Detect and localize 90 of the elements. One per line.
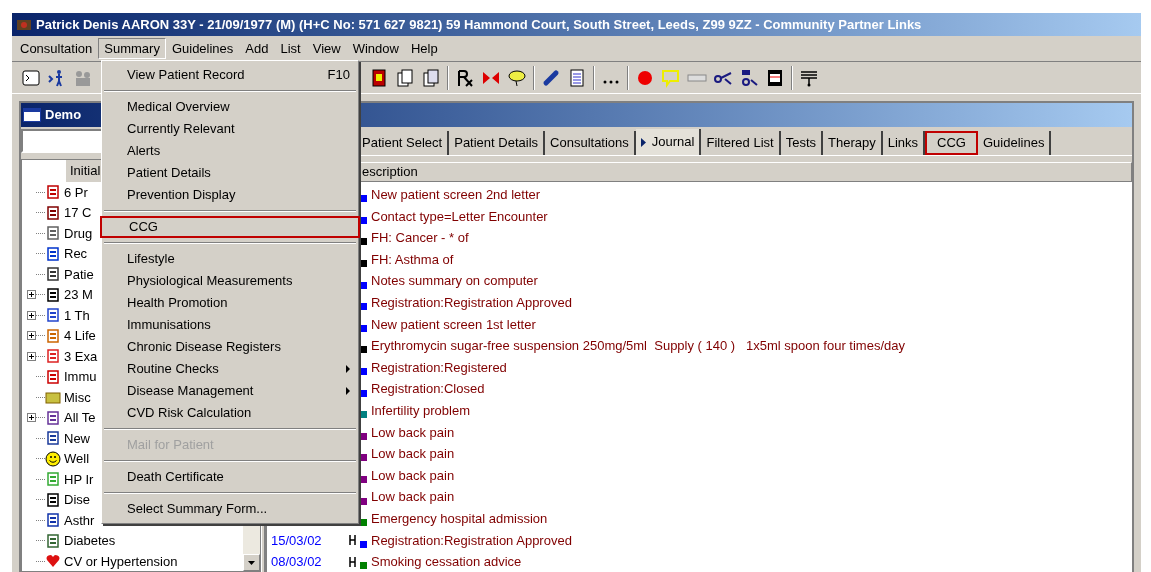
tab[interactable]: Tests — [780, 131, 823, 155]
journal-entry[interactable]: Notes summary on computer — [371, 271, 538, 291]
tree-item[interactable]: Drug — [64, 223, 93, 243]
code-icon — [349, 555, 356, 568]
menu-item[interactable]: Disease Management — [102, 380, 358, 402]
menu-item[interactable]: Patient Details — [102, 162, 358, 184]
submenu-arrow-icon — [346, 387, 350, 395]
expand-icon[interactable] — [27, 351, 36, 361]
tab[interactable]: CCG — [925, 131, 978, 155]
tree-item[interactable]: 4 Life — [64, 326, 96, 346]
tree-item[interactable]: New — [64, 428, 90, 448]
window-icon — [23, 108, 41, 122]
tree-item[interactable]: Immu — [64, 367, 97, 387]
expand-icon[interactable] — [27, 413, 36, 423]
menu-item[interactable]: CVD Risk Calculation — [102, 402, 358, 424]
menu-bar-item[interactable]: Window — [346, 38, 405, 59]
menu-item[interactable]: CCG — [100, 216, 360, 238]
tree-item[interactable]: Diabetes — [64, 531, 116, 551]
tree-item[interactable]: CV or Hypertension — [64, 551, 178, 571]
tree-item[interactable]: Misc — [64, 387, 91, 407]
menu-bar-item[interactable]: Add — [239, 38, 275, 59]
journal-entry[interactable]: Registration:Closed — [371, 379, 485, 399]
journal-entry[interactable]: Low back pain — [371, 465, 455, 486]
submenu-arrow-icon — [346, 365, 350, 373]
column-header: escription — [362, 163, 418, 182]
journal-entry[interactable]: Smoking cessation advice — [371, 552, 522, 572]
menu-item[interactable]: Physiological Measurements — [102, 270, 358, 292]
code-icon — [349, 534, 356, 547]
journal-entry[interactable]: Erythromycin sugar-free suspension 250mg/5ml Supply ( 140 ) 1x5ml spoon four times/day — [371, 336, 905, 356]
menu-item[interactable]: Currently Relevant — [102, 118, 358, 140]
menu-item[interactable]: Immunisations — [102, 314, 358, 336]
journal-entry[interactable]: Infertility problem — [371, 401, 470, 421]
tree-item[interactable]: All Te — [64, 408, 96, 428]
folder-icon — [45, 389, 61, 406]
menu-bar-item[interactable]: View — [306, 38, 347, 59]
tree-item[interactable]: Well — [64, 449, 90, 469]
journal-entry[interactable]: New patient screen 2nd letter — [371, 185, 541, 205]
tree-item[interactable]: 23 M — [64, 285, 93, 305]
journal-entry[interactable]: FH: Cancer - * of — [371, 228, 469, 248]
journal-entry[interactable]: Registration:Registration Approved — [371, 293, 572, 313]
journal-date: 08/03/02 — [271, 554, 322, 570]
menu-bar-item[interactable]: Consultation — [14, 38, 99, 59]
selected-arrow-icon — [640, 137, 646, 147]
smiley-icon — [45, 450, 61, 467]
tab[interactable]: Filtered List — [701, 131, 781, 155]
down-arrow-icon — [248, 560, 255, 565]
tree-item[interactable]: HP Ir — [64, 469, 94, 489]
journal-entry[interactable]: Low back pain — [371, 422, 455, 443]
menu-item[interactable]: Lifestyle — [102, 248, 358, 270]
journal-entry[interactable]: Low back pain — [371, 487, 455, 507]
journal-entry[interactable]: FH: Asthma of — [371, 249, 454, 270]
menu-bar-item[interactable]: Summary — [98, 38, 166, 59]
journal-entry[interactable]: Contact type=Letter Encounter — [371, 206, 548, 227]
tree-item[interactable]: 17 C — [64, 203, 92, 223]
journal-entry[interactable]: Registration:Registered — [371, 357, 507, 378]
menu-item[interactable]: Health Promotion — [102, 292, 358, 314]
menu-item[interactable]: Prevention Display — [102, 184, 358, 206]
tab[interactable]: Links — [882, 131, 926, 155]
menu-item[interactable]: Chronic Disease Registers — [102, 336, 358, 358]
journal-date: 15/03/02 — [271, 532, 322, 548]
tree-item[interactable]: 3 Exa — [64, 346, 98, 366]
journal-entry[interactable]: Registration:Registration Approved — [371, 530, 572, 551]
tab[interactable]: Patient Details — [449, 131, 546, 155]
menu-item[interactable]: Select Summary Form... — [102, 498, 358, 520]
menu-item[interactable]: Medical Overview — [102, 96, 358, 118]
window-title: Patrick Denis AARON 33Y - 21/09/1977 (M) (H+C No: 571 627 9821) 59 Hammond Court, South Street, Leeds, Z99 9ZZ - Community Partner Links — [36, 15, 922, 34]
journal-entry[interactable]: New patient screen 1st letter — [371, 314, 536, 335]
tree-item[interactable]: Patie — [64, 264, 94, 284]
tree-item[interactable]: Dise — [64, 490, 90, 510]
child-window-title: Demo — [45, 106, 82, 125]
tree-item[interactable]: 6 Pr — [64, 182, 88, 202]
tree-item[interactable]: 1 Th — [64, 305, 90, 325]
tab[interactable]: Guidelines — [977, 131, 1052, 155]
menu-bar-item[interactable]: List — [274, 38, 307, 59]
menu-bar-item[interactable]: Help — [404, 38, 444, 59]
document-icon — [45, 266, 61, 283]
expand-icon[interactable] — [27, 290, 36, 300]
expand-icon[interactable] — [27, 331, 36, 341]
tree-item[interactable]: Asthr — [64, 510, 95, 530]
menu-item[interactable]: Death Certificate — [102, 466, 358, 488]
tab[interactable]: Journal — [635, 129, 702, 155]
menu-item[interactable]: Alerts — [102, 140, 358, 162]
journal-entry[interactable]: Low back pain — [371, 444, 455, 464]
tree-item[interactable]: Rec — [64, 244, 88, 264]
menu-bar-item[interactable]: Guidelines — [165, 38, 240, 59]
journal-entry[interactable]: Emergency hospital admission — [371, 508, 548, 529]
menu-item[interactable]: Routine Checks — [102, 358, 358, 380]
menu-item[interactable]: View Patient Record F10 — [102, 64, 358, 86]
expand-icon[interactable] — [27, 310, 36, 320]
tab[interactable]: Therapy — [823, 131, 883, 155]
